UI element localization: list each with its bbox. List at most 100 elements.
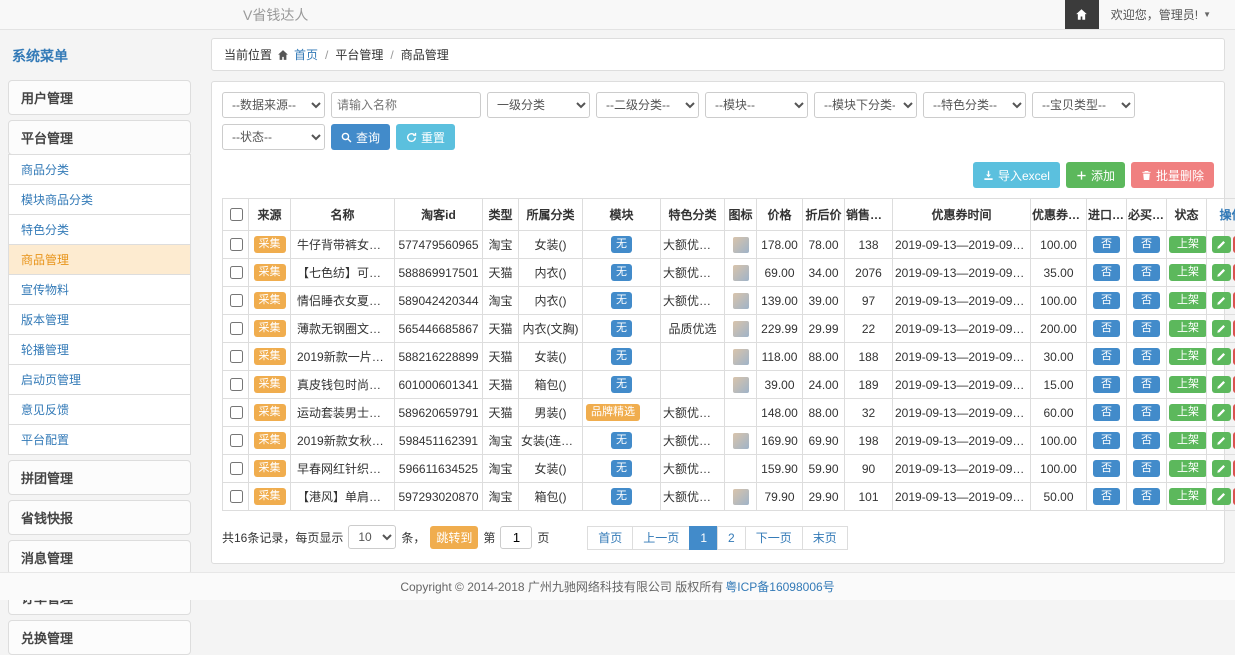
import-select-cell: 否	[1087, 455, 1127, 483]
status-toggle[interactable]: 上架	[1169, 376, 1207, 393]
page-button-末页[interactable]: 末页	[802, 526, 848, 550]
import-select-toggle[interactable]: 否	[1093, 264, 1120, 281]
must-buy-toggle[interactable]: 否	[1133, 264, 1160, 281]
status-toggle[interactable]: 上架	[1169, 488, 1207, 505]
sidebar-item-商品分类[interactable]: 商品分类	[8, 154, 191, 185]
sidebar-item-拼团管理[interactable]: 拼团管理	[8, 460, 191, 495]
filter-select-6[interactable]: --状态--	[222, 124, 325, 150]
source-badge: 采集	[254, 292, 286, 309]
sidebar-item-消息管理[interactable]: 消息管理	[8, 540, 191, 575]
import-select-toggle[interactable]: 否	[1093, 488, 1120, 505]
row-checkbox[interactable]	[230, 238, 243, 251]
page-size-select[interactable]: 10	[348, 525, 396, 549]
must-buy-toggle[interactable]: 否	[1133, 460, 1160, 477]
import-select-toggle[interactable]: 否	[1093, 404, 1120, 421]
must-buy-toggle[interactable]: 否	[1133, 292, 1160, 309]
import-select-toggle[interactable]: 否	[1093, 432, 1120, 449]
table-row: 采集牛仔背带裤女秋装减龄...577479560965淘宝女装()无大额优惠券1…	[223, 231, 1235, 259]
breadcrumb-home-link[interactable]: 首页	[294, 46, 318, 63]
must-buy-toggle[interactable]: 否	[1133, 404, 1160, 421]
sidebar-item-宣传物料[interactable]: 宣传物料	[8, 274, 191, 305]
sidebar-item-省钱快报[interactable]: 省钱快报	[8, 500, 191, 535]
name-search-input[interactable]	[331, 92, 481, 118]
must-buy-toggle[interactable]: 否	[1133, 236, 1160, 253]
user-menu[interactable]: 欢迎您，管理员! ▼	[1099, 6, 1235, 23]
filter-select-1[interactable]: --二级分类--	[596, 92, 699, 118]
edit-button[interactable]	[1212, 432, 1231, 449]
row-checkbox[interactable]	[230, 294, 243, 307]
sidebar-item-平台配置[interactable]: 平台配置	[8, 424, 191, 455]
status-toggle[interactable]: 上架	[1169, 404, 1207, 421]
import-select-toggle[interactable]: 否	[1093, 460, 1120, 477]
edit-button[interactable]	[1212, 292, 1231, 309]
filter-select-2[interactable]: --模块--	[705, 92, 808, 118]
edit-button[interactable]	[1212, 460, 1231, 477]
sidebar-item-意见反馈[interactable]: 意见反馈	[8, 394, 191, 425]
row-checkbox[interactable]	[230, 462, 243, 475]
home-button[interactable]	[1065, 0, 1099, 29]
add-button[interactable]: 添加	[1066, 162, 1125, 188]
status-toggle[interactable]: 上架	[1169, 236, 1207, 253]
table-row: 采集运动套装男士卫衣初秋...589620659791天猫男装()品牌精选爱上运…	[223, 399, 1235, 427]
row-checkbox[interactable]	[230, 406, 243, 419]
import-select-toggle[interactable]: 否	[1093, 236, 1120, 253]
edit-button[interactable]	[1212, 404, 1231, 421]
sidebar-item-轮播管理[interactable]: 轮播管理	[8, 334, 191, 365]
must-buy-toggle[interactable]: 否	[1133, 320, 1160, 337]
must-buy-toggle[interactable]: 否	[1133, 488, 1160, 505]
sidebar-item-用户管理[interactable]: 用户管理	[8, 80, 191, 115]
reset-button[interactable]: 重置	[396, 124, 455, 150]
row-checkbox[interactable]	[230, 350, 243, 363]
select-all-checkbox[interactable]	[230, 208, 243, 221]
page-button-首页[interactable]: 首页	[587, 526, 633, 550]
row-checkbox[interactable]	[230, 378, 243, 391]
filter-select-3[interactable]: --模块下分类--	[814, 92, 917, 118]
edit-button[interactable]	[1212, 264, 1231, 281]
icp-link[interactable]: 粤ICP备16098006号	[725, 578, 834, 595]
status-toggle[interactable]: 上架	[1169, 264, 1207, 281]
row-checkbox[interactable]	[230, 266, 243, 279]
source-badge: 采集	[254, 320, 286, 337]
import-excel-button[interactable]: 导入excel	[973, 162, 1060, 188]
sidebar-item-模块商品分类[interactable]: 模块商品分类	[8, 184, 191, 215]
sidebar-item-平台管理[interactable]: 平台管理	[8, 120, 191, 155]
sidebar-item-版本管理[interactable]: 版本管理	[8, 304, 191, 335]
batch-delete-button[interactable]: 批量删除	[1131, 162, 1214, 188]
status-toggle[interactable]: 上架	[1169, 320, 1207, 337]
import-select-toggle[interactable]: 否	[1093, 348, 1120, 365]
search-button[interactable]: 查询	[331, 124, 390, 150]
filter-select-0[interactable]: 一级分类	[487, 92, 590, 118]
sidebar-item-启动页管理[interactable]: 启动页管理	[8, 364, 191, 395]
must-buy-toggle[interactable]: 否	[1133, 348, 1160, 365]
page-button-1[interactable]: 1	[689, 526, 718, 550]
sidebar-item-商品管理[interactable]: 商品管理	[8, 244, 191, 275]
status-toggle[interactable]: 上架	[1169, 292, 1207, 309]
sidebar-item-兑换管理[interactable]: 兑换管理	[8, 620, 191, 655]
page-button-2[interactable]: 2	[717, 526, 746, 550]
import-select-toggle[interactable]: 否	[1093, 320, 1120, 337]
must-buy-toggle[interactable]: 否	[1133, 376, 1160, 393]
import-select-toggle[interactable]: 否	[1093, 376, 1120, 393]
edit-button[interactable]	[1212, 320, 1231, 337]
sidebar-item-特色分类[interactable]: 特色分类	[8, 214, 191, 245]
row-checkbox[interactable]	[230, 322, 243, 335]
row-checkbox[interactable]	[230, 434, 243, 447]
edit-button[interactable]	[1212, 236, 1231, 253]
edit-button[interactable]	[1212, 348, 1231, 365]
status-toggle[interactable]: 上架	[1169, 460, 1207, 477]
edit-button[interactable]	[1212, 488, 1231, 505]
status-toggle[interactable]: 上架	[1169, 348, 1207, 365]
row-checkbox[interactable]	[230, 490, 243, 503]
edit-button[interactable]	[1212, 376, 1231, 393]
filter-data-source-select[interactable]: --数据来源--	[222, 92, 325, 118]
status-toggle[interactable]: 上架	[1169, 432, 1207, 449]
filter-select-5[interactable]: --宝贝类型--	[1032, 92, 1135, 118]
filter-select-4[interactable]: --特色分类--	[923, 92, 1026, 118]
must-buy-toggle[interactable]: 否	[1133, 432, 1160, 449]
page-button-下一页[interactable]: 下一页	[745, 526, 803, 550]
type-cell: 天猫	[483, 371, 519, 399]
jump-button[interactable]: 跳转到	[430, 526, 478, 549]
jump-page-input[interactable]	[500, 526, 532, 549]
page-button-上一页[interactable]: 上一页	[632, 526, 690, 550]
import-select-toggle[interactable]: 否	[1093, 292, 1120, 309]
